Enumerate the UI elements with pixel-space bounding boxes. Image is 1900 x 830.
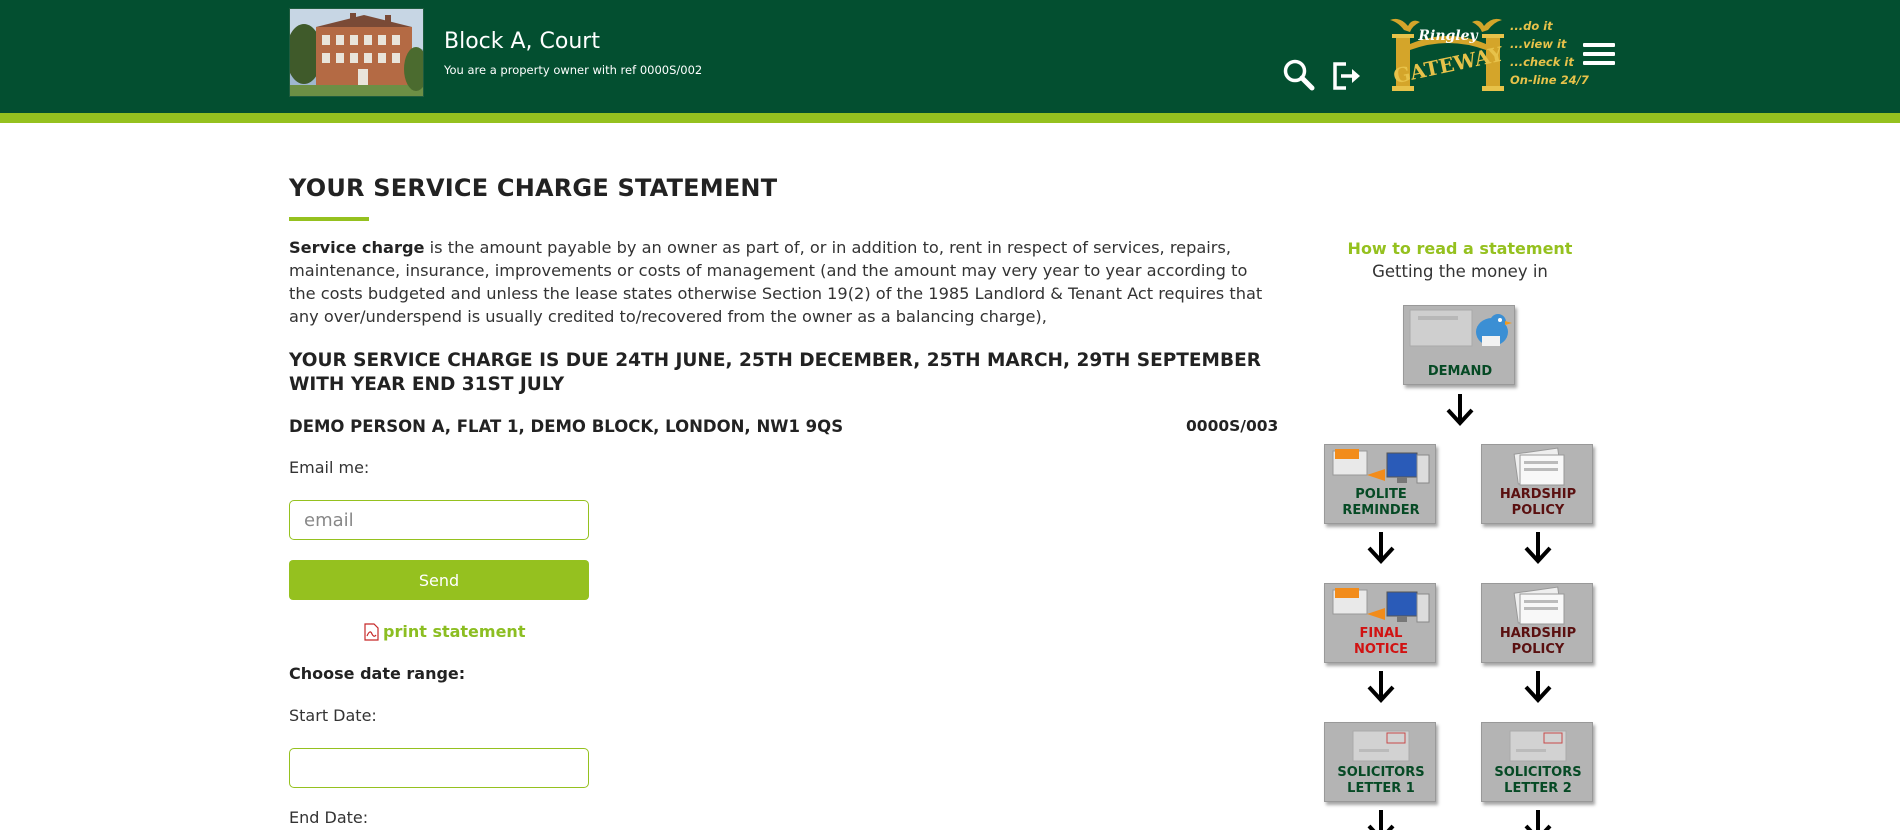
service-charge-intro: Service charge is the amount payable by …	[289, 236, 1279, 328]
flow-step-polite-reminder[interactable]: POLITE REMINDER	[1324, 444, 1436, 524]
flow-polite-reminder-label: POLITE REMINDER	[1342, 487, 1420, 518]
print-statement-label: print statement	[383, 622, 526, 641]
pdf-icon	[364, 622, 379, 641]
property-photo	[289, 8, 424, 97]
documents-icon	[1513, 586, 1565, 625]
flow-hardship-policy-1-label: HARDSHIP POLICY	[1499, 487, 1577, 518]
logo-brand-text: Ringley	[1417, 28, 1478, 44]
flow-solicitors-letter-2-label: SOLICITORS LETTER 2	[1494, 765, 1582, 796]
letter-bird-icon	[1409, 309, 1512, 347]
flow-step-demand[interactable]: DEMAND	[1403, 305, 1515, 385]
account-ref: 0000S/003	[1186, 417, 1279, 435]
svg-text:On-line 24/7: On-line 24/7	[1510, 73, 1589, 87]
title-underline	[289, 217, 369, 221]
end-date-label: End Date:	[289, 808, 369, 827]
page-title: YOUR SERVICE CHARGE STATEMENT	[289, 174, 778, 202]
documents-icon	[1513, 447, 1565, 486]
email-computer-icon	[1332, 588, 1430, 623]
start-date-input[interactable]	[289, 748, 589, 788]
intro-text: is the amount payable by an owner as par…	[289, 238, 1263, 326]
arrow-down-icon	[1367, 671, 1395, 703]
flow-step-hardship-policy-2[interactable]: HARDSHIP POLICY	[1481, 583, 1593, 663]
due-dates-heading: YOUR SERVICE CHARGE IS DUE 24TH JUNE, 25…	[289, 350, 1261, 395]
email-label: Email me:	[289, 458, 370, 477]
flow-final-notice-label: FINAL NOTICE	[1353, 626, 1409, 657]
logout-icon[interactable]	[1330, 60, 1362, 92]
send-button[interactable]: Send	[289, 560, 589, 600]
arrow-down-icon	[1367, 532, 1395, 564]
flow-step-solicitors-letter-1[interactable]: SOLICITORS LETTER 1	[1324, 722, 1436, 802]
flow-hardship-policy-2-label: HARDSHIP POLICY	[1499, 626, 1577, 657]
getting-money-in-subtitle: Getting the money in	[1372, 262, 1548, 281]
letter-icon	[1509, 730, 1567, 762]
date-range-label: Choose date range:	[289, 664, 466, 683]
start-date-label: Start Date:	[289, 706, 377, 725]
arrow-down-icon	[1524, 532, 1552, 564]
print-statement-link[interactable]: print statement	[364, 622, 525, 641]
arrow-down-icon	[1446, 394, 1474, 426]
search-icon[interactable]	[1282, 58, 1316, 92]
arrow-down-icon	[1367, 810, 1395, 830]
arrow-down-icon	[1524, 810, 1552, 830]
arrow-down-icon	[1524, 671, 1552, 703]
owner-address: DEMO PERSON A, FLAT 1, DEMO BLOCK, LONDO…	[289, 417, 844, 436]
header-accent-stripe	[0, 113, 1900, 123]
email-computer-icon	[1332, 449, 1430, 484]
menu-icon[interactable]	[1583, 43, 1615, 65]
site-header: Block A, Court You are a property owner …	[0, 0, 1900, 113]
owner-ref-subtitle: You are a property owner with ref 0000S/…	[444, 63, 703, 77]
ringley-gateway-logo[interactable]: Ringley GATEWAY ...do it ...view it ...c…	[1382, 14, 1592, 92]
email-input[interactable]	[289, 500, 589, 540]
flow-solicitors-letter-1-label: SOLICITORS LETTER 1	[1337, 765, 1425, 796]
flow-step-solicitors-letter-2[interactable]: SOLICITORS LETTER 2	[1481, 722, 1593, 802]
how-to-read-statement-link[interactable]: How to read a statement	[1330, 239, 1590, 258]
flow-step-final-notice[interactable]: FINAL NOTICE	[1324, 583, 1436, 663]
intro-bold-term: Service charge	[289, 238, 425, 257]
flow-step-hardship-policy-1[interactable]: HARDSHIP POLICY	[1481, 444, 1593, 524]
site-title: Block A, Court	[444, 29, 600, 54]
svg-text:...view it: ...view it	[1510, 37, 1567, 51]
svg-text:...check it: ...check it	[1510, 55, 1574, 69]
flow-demand-label: DEMAND	[1427, 363, 1493, 379]
svg-text:...do it: ...do it	[1510, 19, 1553, 33]
letter-icon	[1352, 730, 1410, 762]
